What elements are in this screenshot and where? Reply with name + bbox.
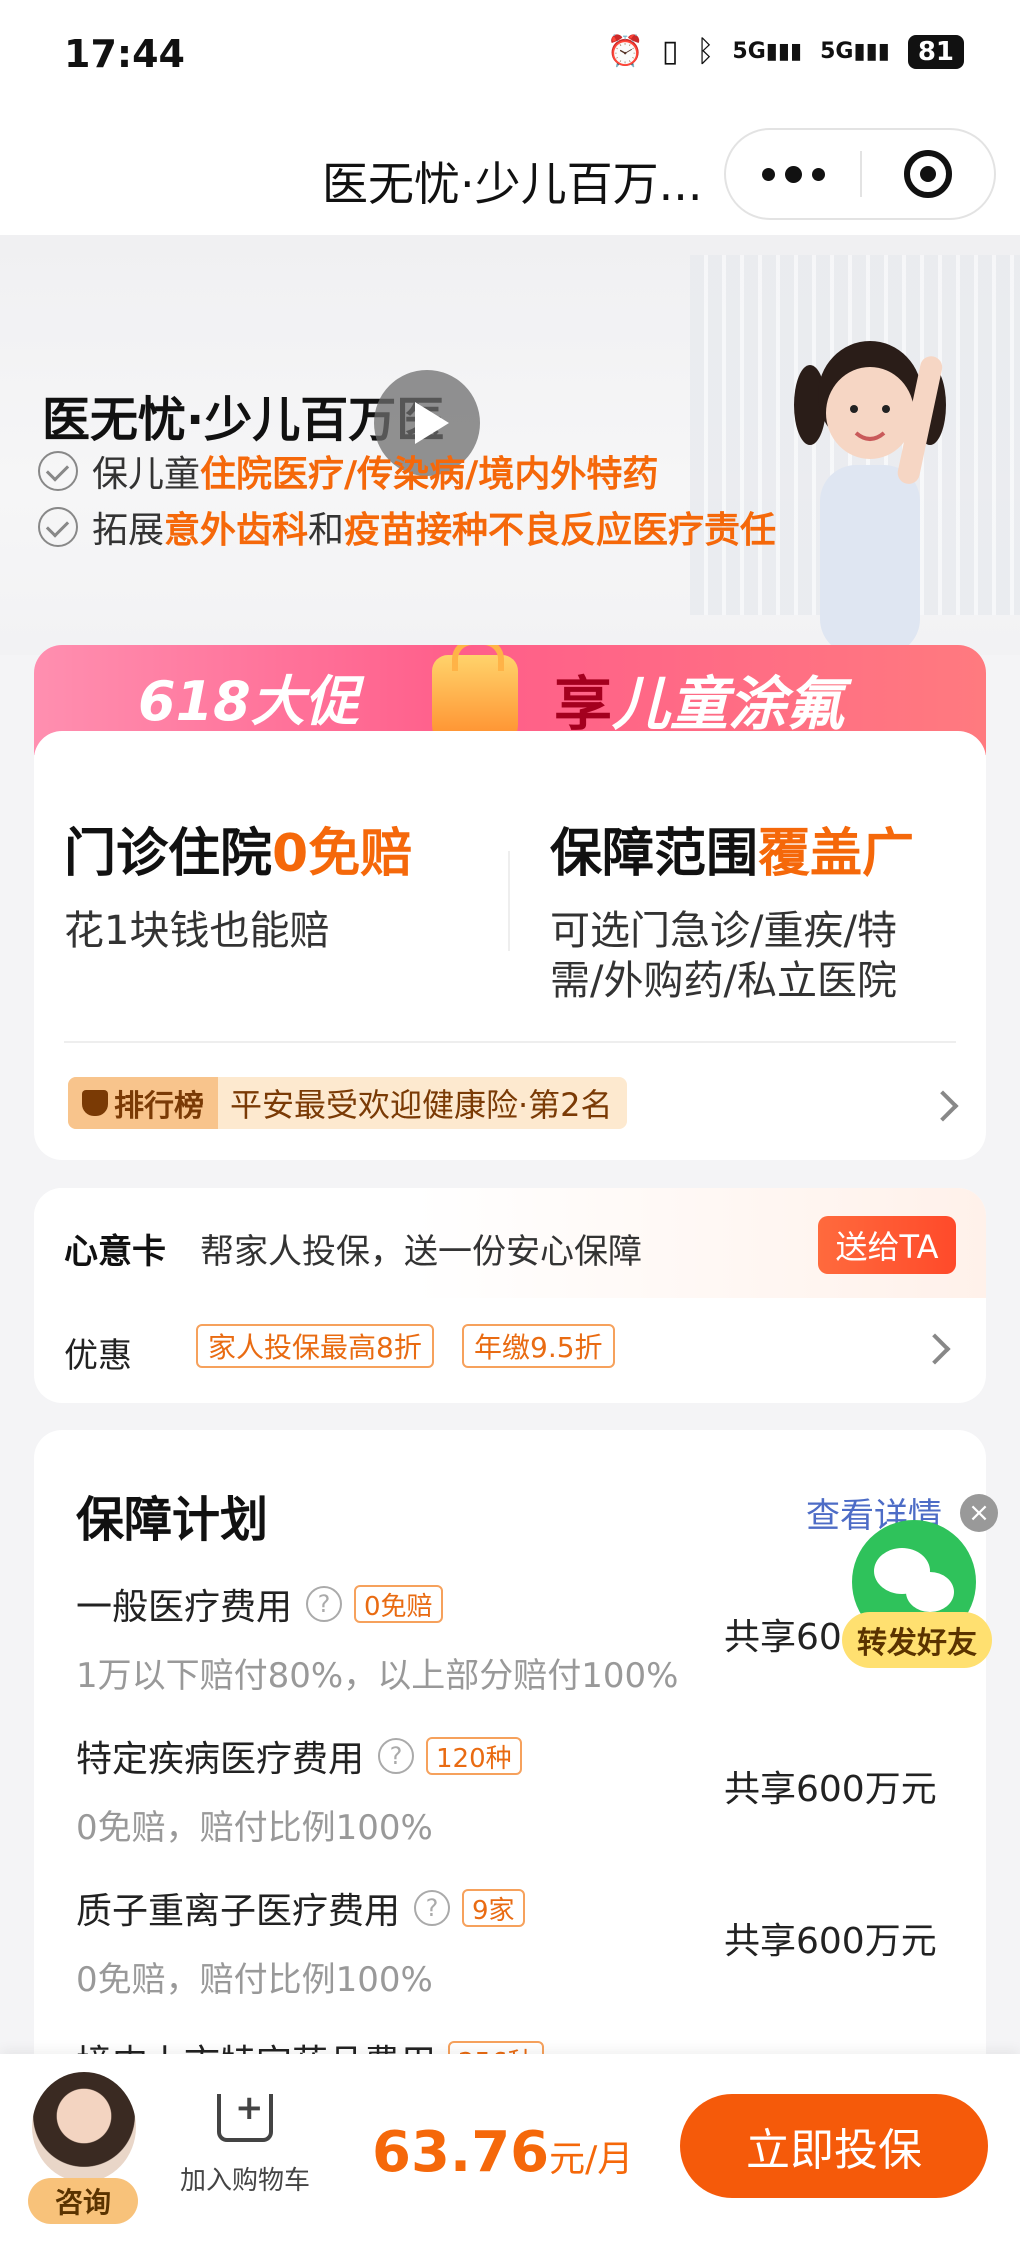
promo-slogan: 享儿童涂氟 — [554, 670, 845, 738]
divider — [508, 851, 510, 951]
cart-icon — [217, 2088, 273, 2142]
plan-amount: 共享60 — [724, 1617, 842, 1658]
buy-now-button[interactable]: 立即投保 — [680, 2094, 988, 2198]
feature-left: 门诊住院0免赔 花1块钱也能赔 — [64, 811, 412, 956]
bottom-action-bar: 咨询 加入购物车 63.76元/月 立即投保 — [0, 2054, 1020, 2244]
plan-tag: 0免赔 — [354, 1585, 443, 1623]
signal-icon: 5G▮▮▮ — [820, 39, 890, 64]
promo-618-label: 618大促 — [138, 670, 359, 733]
close-capsule-icon[interactable] — [862, 130, 994, 218]
feature-title: 保障范围覆盖广 — [550, 824, 915, 884]
feature-desc: 可选门急诊/重疾/特 需/外购药/私立医院 — [550, 908, 897, 1004]
send-gift-button[interactable]: 送给TA — [818, 1216, 956, 1274]
page-title: 医无忧·少儿百万... — [322, 157, 703, 211]
discount-tag: 家人投保最高8折 — [196, 1324, 434, 1368]
signal-icon: 5G▮▮▮ — [732, 39, 803, 64]
mini-program-capsule — [724, 128, 996, 220]
plan-desc: 1万以下赔付80%，以上部分赔付100% — [76, 1656, 679, 1696]
share-label: 转发好友 — [842, 1612, 992, 1668]
price: 63.76元/月 — [372, 2120, 633, 2185]
ranking-badge[interactable]: 排行榜 平安最受欢迎健康险·第2名 — [68, 1077, 627, 1129]
consult-button[interactable]: 咨询 — [28, 2072, 138, 2224]
plan-tag: 120种 — [426, 1737, 522, 1775]
price-value: 63.76 — [372, 2120, 550, 2185]
plan-desc: 0免赔，赔付比例100% — [76, 1808, 433, 1848]
discount-tag: 年缴9.5折 — [462, 1324, 615, 1368]
gift-card: 心意卡 帮家人投保，送一份安心保障 送给TA 优惠 家人投保最高8折 年缴9.5… — [34, 1188, 986, 1403]
discount-label: 优惠 — [64, 1336, 132, 1376]
promo-body: 门诊住院0免赔 花1块钱也能赔 保障范围覆盖广 可选门急诊/重疾/特 需/外购药/… — [34, 731, 986, 1160]
avatar — [32, 2072, 136, 2182]
plan-item: 一般医疗费用? 0免赔 1万以下赔付80%，以上部分赔付100% — [76, 1585, 679, 1696]
gift-label: 心意卡 — [64, 1232, 166, 1272]
check-icon — [38, 507, 78, 547]
hero-feature-2: 拓展 意外齿科和疫苗接种不良反应医疗责任 — [38, 501, 776, 553]
status-time: 17:44 — [64, 32, 185, 76]
plan-tag: 9家 — [462, 1889, 525, 1927]
plan-item: 特定疾病医疗费用? 120种 0免赔，赔付比例100% — [76, 1730, 522, 1849]
ranking-text: 平安最受欢迎健康险·第2名 — [230, 1086, 613, 1124]
status-icons: ⏰ ▯ ᛒ 5G▮▮▮ 5G▮▮▮ 81 — [607, 34, 964, 69]
question-icon[interactable]: ? — [306, 1586, 343, 1622]
check-icon — [38, 451, 78, 491]
promo-card: 618大促 享儿童涂氟 门诊住院0免赔 花1块钱也能赔 保障范围覆盖广 可选门急… — [34, 645, 986, 1160]
plan-title: 保障计划 — [76, 1492, 269, 1548]
add-to-cart-button[interactable]: 加入购物车 — [170, 2088, 320, 2197]
ranking-tag: 排行榜 — [68, 1077, 218, 1129]
divider — [64, 1041, 956, 1043]
gift-row: 心意卡 帮家人投保，送一份安心保障 送给TA — [34, 1188, 986, 1298]
feature-desc: 花1块钱也能赔 — [64, 908, 330, 954]
plan-amount: 共享600万元 — [724, 1921, 937, 1962]
consult-label: 咨询 — [28, 2178, 138, 2224]
feature-title: 门诊住院0免赔 — [64, 824, 413, 884]
chevron-right-icon[interactable] — [919, 1333, 951, 1365]
child-illustration — [794, 341, 946, 655]
question-icon[interactable]: ? — [378, 1738, 415, 1774]
gift-text: 帮家人投保，送一份安心保障 — [200, 1232, 642, 1272]
hero-feature-1: 保儿童 住院医疗/传染病/境内外特药 — [38, 445, 658, 497]
vibrate-icon: ▯ — [661, 34, 679, 69]
feature-right: 保障范围覆盖广 可选门急诊/重疾/特 需/外购药/私立医院 — [550, 811, 914, 1006]
plan-amount: 共享600万元 — [724, 1769, 937, 1810]
status-bar: 17:44 ⏰ ▯ ᛒ 5G▮▮▮ 5G▮▮▮ 81 — [0, 0, 1020, 110]
battery-icon: 81 — [907, 34, 964, 69]
plan-desc: 0免赔，赔付比例100% — [76, 1960, 433, 2000]
question-icon[interactable]: ? — [414, 1890, 451, 1926]
bluetooth-icon: ᛒ — [696, 34, 715, 69]
trophy-icon — [82, 1090, 108, 1116]
chevron-right-icon[interactable] — [927, 1090, 959, 1122]
price-unit: 元/月 — [549, 2139, 634, 2180]
share-float-button[interactable]: 转发好友 — [842, 1520, 1018, 1670]
cart-label: 加入购物车 — [179, 2166, 310, 2196]
plan-item: 质子重离子医疗费用? 9家 0免赔，赔付比例100% — [76, 1882, 525, 2001]
alarm-icon: ⏰ — [606, 34, 644, 69]
more-icon[interactable] — [726, 130, 860, 218]
hero-banner: 医无忧·少儿百万医 保儿童 住院医疗/传染病/境内外特药 拓展 意外齿科和疫苗接种不… — [0, 235, 1020, 655]
